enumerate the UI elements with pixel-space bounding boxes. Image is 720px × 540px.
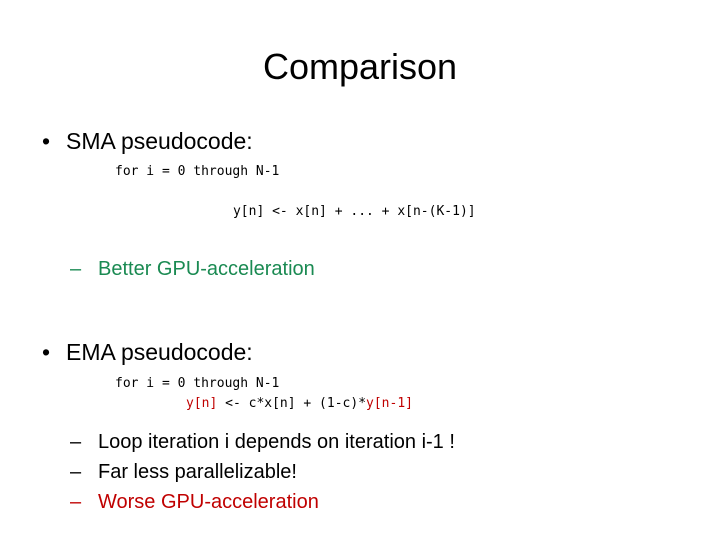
bullet-ema-label: EMA pseudocode: — [66, 339, 253, 365]
ema-code-output-var: y[n] — [186, 396, 218, 411]
page-title: Comparison — [262, 46, 458, 87]
slide-canvas: Comparison • SMA pseudocode: for i = 0 t… — [0, 0, 720, 540]
sub-bullet-loop-dependency: – Loop iteration i depends on iteration … — [0, 427, 720, 457]
sub-bullet-better-gpu: – Better GPU-acceleration — [0, 254, 720, 284]
bullet-dot-icon: • — [42, 339, 51, 365]
sma-code-line-2-text: y[n] <- x[n] + ... + x[n-(K-1)] — [232, 204, 476, 219]
dash-icon: – — [70, 491, 82, 513]
ema-code-prev-var: y[n-1] — [366, 396, 413, 411]
sub-bullet-worse-gpu-label: Worse GPU-acceleration — [98, 491, 319, 513]
dash-icon: – — [70, 258, 82, 280]
slide-body: • SMA pseudocode: for i = 0 through N-1 … — [0, 126, 720, 517]
sub-bullet-worse-gpu: – Worse GPU-acceleration — [0, 487, 720, 517]
sma-code-line-2: y[n] <- x[n] + ... + x[n-(K-1)] — [0, 182, 720, 242]
bullet-sma-pseudocode: • SMA pseudocode: — [0, 126, 720, 156]
ema-code-line-1: for i = 0 through N-1 — [115, 376, 280, 391]
ema-code-line-2: y[n] <- c*x[n] + (1-c)*y[n-1] — [0, 394, 720, 414]
dash-icon: – — [70, 461, 82, 483]
sma-code-line-1: for i = 0 through N-1 — [115, 164, 280, 179]
bullet-dot-icon: • — [42, 128, 51, 154]
sub-bullet-parallelizable: – Far less parallelizable! — [0, 457, 720, 487]
bullet-ema-pseudocode: • EMA pseudocode: — [0, 337, 720, 367]
sub-bullet-loop-dependency-label: Loop iteration i depends on iteration i-… — [98, 431, 455, 453]
bullet-sma-label: SMA pseudocode: — [66, 128, 253, 154]
sub-bullet-parallelizable-label: Far less parallelizable! — [98, 461, 297, 483]
ema-code-expression: <- c*x[n] + (1-c)* — [217, 396, 367, 411]
dash-icon: – — [70, 431, 82, 453]
sub-bullet-better-gpu-label: Better GPU-acceleration — [98, 258, 315, 280]
